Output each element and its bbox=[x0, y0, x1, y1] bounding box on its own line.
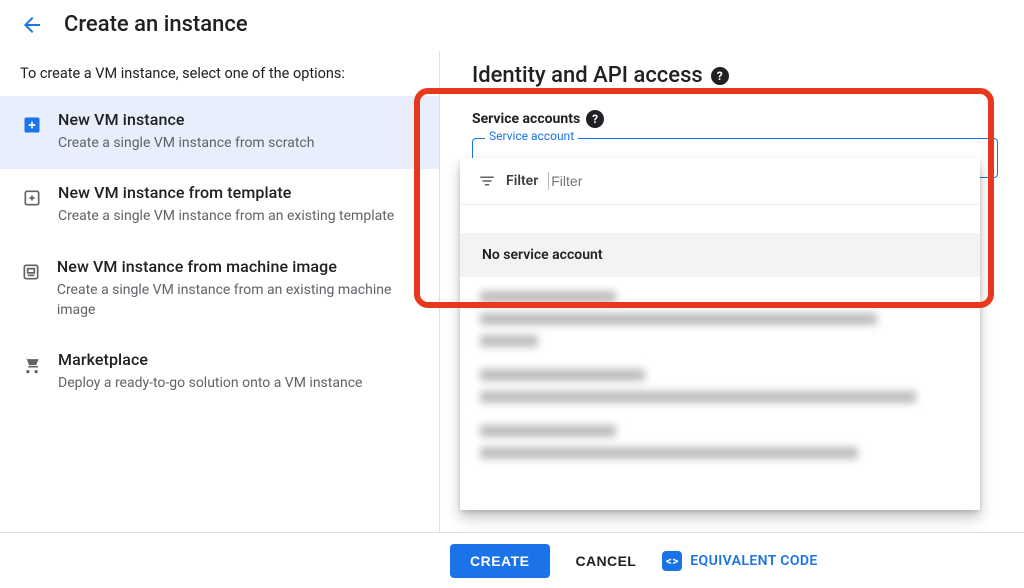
equivalent-code-button[interactable]: <> EQUIVALENT CODE bbox=[662, 551, 817, 571]
option-desc: Create a single VM instance from scratch bbox=[58, 133, 314, 153]
service-accounts-label: Service accounts ? bbox=[472, 110, 998, 128]
plus-box-icon bbox=[20, 113, 44, 137]
option-desc: Create a single VM instance from an exis… bbox=[58, 206, 394, 226]
filter-icon bbox=[478, 172, 496, 190]
header: Create an instance bbox=[0, 0, 1024, 51]
service-account-dropdown: Filter No service account bbox=[460, 158, 980, 510]
field-legend: Service account bbox=[485, 129, 578, 143]
dropdown-filter-row: Filter bbox=[460, 158, 980, 205]
code-icon: <> bbox=[662, 551, 682, 571]
image-box-icon bbox=[20, 260, 43, 284]
sidebar-option-new-vm[interactable]: New VM instance Create a single VM insta… bbox=[0, 96, 439, 169]
option-title: New VM instance from machine image bbox=[57, 257, 415, 276]
option-desc: Deploy a ready-to-go solution onto a VM … bbox=[58, 373, 362, 393]
section-title-text: Identity and API access bbox=[472, 63, 703, 88]
create-button[interactable]: CREATE bbox=[450, 544, 550, 578]
service-accounts-text: Service accounts bbox=[472, 111, 580, 127]
filter-input[interactable] bbox=[548, 172, 732, 190]
equivalent-code-label: EQUIVALENT CODE bbox=[690, 553, 817, 569]
sidebar-option-from-template[interactable]: New VM instance from template Create a s… bbox=[0, 169, 439, 242]
option-title: New VM instance bbox=[58, 110, 314, 129]
help-icon[interactable]: ? bbox=[586, 110, 604, 128]
section-identity-api: Identity and API access ? bbox=[472, 63, 998, 88]
sidebar-intro: To create a VM instance, select one of t… bbox=[0, 65, 439, 96]
help-icon[interactable]: ? bbox=[711, 67, 729, 85]
sidebar: To create a VM instance, select one of t… bbox=[0, 51, 440, 536]
page-title: Create an instance bbox=[64, 12, 248, 37]
option-title: Marketplace bbox=[58, 350, 362, 369]
option-desc: Create a single VM instance from an exis… bbox=[57, 280, 415, 321]
plus-outline-icon bbox=[20, 186, 44, 210]
cart-icon bbox=[20, 353, 44, 377]
cancel-button[interactable]: CANCEL bbox=[576, 553, 637, 569]
sidebar-option-marketplace[interactable]: Marketplace Deploy a ready-to-go solutio… bbox=[0, 336, 439, 409]
back-arrow-icon[interactable] bbox=[20, 13, 44, 37]
filter-label: Filter bbox=[506, 173, 538, 189]
dropdown-item-no-service-account[interactable]: No service account bbox=[460, 233, 980, 277]
option-title: New VM instance from template bbox=[58, 183, 394, 202]
sidebar-option-from-image[interactable]: New VM instance from machine image Creat… bbox=[0, 243, 439, 337]
footer: CREATE CANCEL <> EQUIVALENT CODE bbox=[0, 532, 1024, 588]
redacted-items bbox=[460, 277, 980, 473]
